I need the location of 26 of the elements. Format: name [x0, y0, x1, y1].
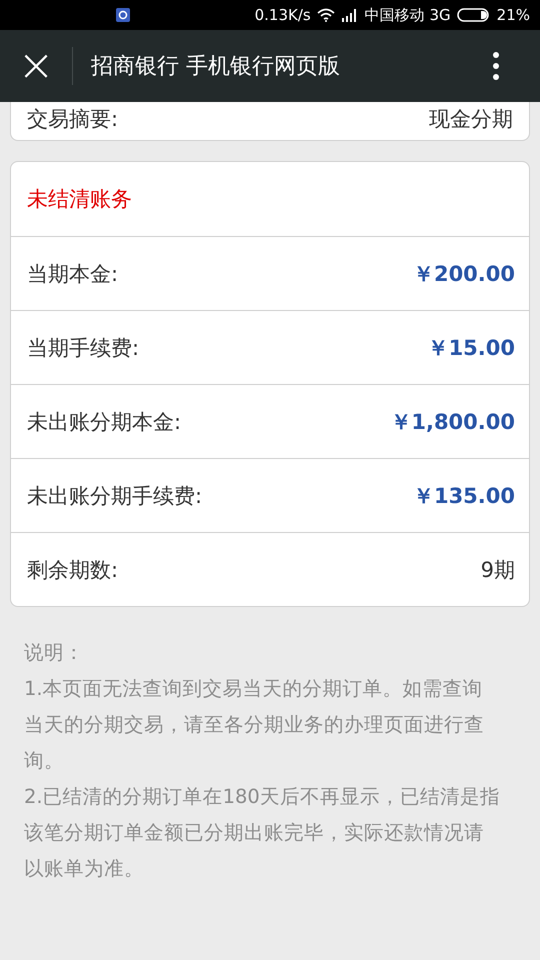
amount-value: ￥15.00: [428, 334, 515, 362]
row-value: 9期: [480, 556, 515, 584]
notification-icon: [116, 8, 130, 22]
carrier-name: 中国移动 3G: [364, 6, 451, 24]
row-label: 未出账分期手续费:: [27, 482, 202, 510]
amount-value: ￥200.00: [412, 260, 515, 288]
close-button[interactable]: ×: [0, 30, 72, 102]
page-title: 招商银行 手机银行网页版: [91, 53, 341, 81]
row-label: 当期手续费:: [27, 334, 140, 362]
more-icon[interactable]: [492, 51, 500, 81]
row-label: 剩余期数:: [27, 556, 118, 584]
amount-value: ￥135.00: [412, 482, 515, 510]
note-text: 说明：: [24, 640, 85, 666]
row-label: 交易摘要:: [27, 106, 118, 133]
signal-icon: [340, 8, 359, 22]
wifi-icon: [316, 8, 335, 22]
row-label: 当期本金:: [27, 260, 118, 288]
battery-percent: 21%: [496, 6, 530, 24]
amount-value: ￥1,800.00: [390, 408, 515, 436]
network-speed: 0.13K/s: [254, 6, 311, 24]
battery-icon: [456, 8, 491, 22]
row-value: 现金分期: [429, 106, 513, 133]
card-title: 未结清账务: [26, 186, 133, 213]
note-text: 2.已结清的分期订单在180天后不再显示，已结清是指该笔分期订单金额已分期出账完毕，实际还款情况请以账单为准。: [24, 784, 500, 882]
note-text: 1.本页面无法查询到交易当天的分期订单。如需查询当天的分期交易，请至各分期业务的办理页面进行查询。: [24, 676, 485, 774]
row-label: 未出账分期本金:: [27, 408, 182, 436]
